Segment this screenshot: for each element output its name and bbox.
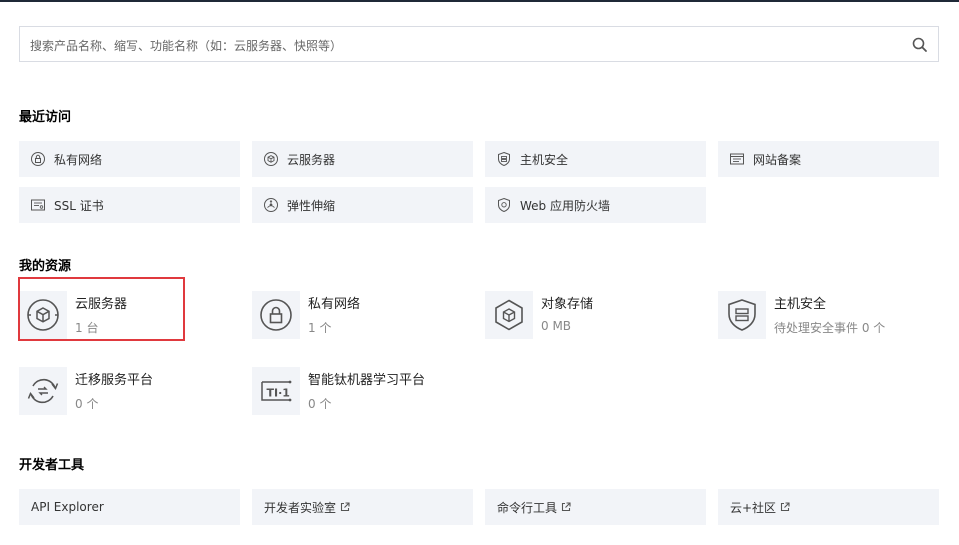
resource-count: 0 MB — [541, 319, 572, 333]
recent-item-label: 云服务器 — [287, 152, 336, 167]
resource-item-migration[interactable]: 迁移服务平台 0 个 — [19, 367, 234, 423]
devtool-label: 开发者实验室 — [264, 500, 337, 515]
search-icon[interactable] — [911, 36, 929, 54]
resource-name: 对象存储 — [541, 297, 594, 312]
devtool-label: 命令行工具 — [497, 500, 558, 515]
recent-item-vpc[interactable]: 私有网络 — [19, 141, 240, 177]
recent-item-label: 弹性伸缩 — [287, 198, 336, 213]
devtool-cli[interactable]: 命令行工具 — [485, 489, 706, 525]
ti-ml-icon: TI·1 — [252, 367, 300, 415]
scaling-icon — [263, 197, 279, 213]
resource-name: 迁移服务平台 — [75, 373, 154, 388]
recent-item-label: 网站备案 — [753, 152, 802, 167]
svg-text:TI·1: TI·1 — [267, 387, 290, 400]
recent-item-cvm[interactable]: 云服务器 — [252, 141, 473, 177]
recent-item-label: SSL 证书 — [54, 198, 104, 213]
recent-item-label: Web 应用防火墙 — [520, 198, 610, 213]
resource-item-ti-ml[interactable]: TI·1 智能钛机器学习平台 0 个 — [252, 367, 467, 423]
external-link-icon — [780, 502, 790, 512]
migrate-icon — [19, 367, 67, 415]
storage-hex-icon — [485, 291, 533, 339]
resource-name: 私有网络 — [308, 297, 361, 312]
recent-section-title: 最近访问 — [19, 110, 72, 125]
recent-item-icp[interactable]: 网站备案 — [718, 141, 939, 177]
recent-item-label: 主机安全 — [520, 152, 569, 167]
cube-icon — [263, 151, 279, 167]
shield-icon — [496, 151, 512, 167]
external-link-icon — [340, 502, 350, 512]
devtool-api-explorer[interactable]: API Explorer — [19, 489, 240, 525]
record-icon — [729, 151, 745, 167]
top-border — [0, 0, 959, 2]
devtool-label: API Explorer — [31, 500, 104, 514]
recent-item-host-security[interactable]: 主机安全 — [485, 141, 706, 177]
resource-name: 主机安全 — [774, 297, 827, 312]
resource-item-vpc[interactable]: 私有网络 1 个 — [252, 291, 467, 347]
resource-name: 智能钛机器学习平台 — [308, 373, 426, 388]
devtools-section-title: 开发者工具 — [19, 458, 85, 473]
search-placeholder: 搜索产品名称、缩写、功能名称（如：云服务器、快照等） — [30, 39, 343, 53]
devtool-community[interactable]: 云+社区 — [718, 489, 939, 525]
resource-count: 0 个 — [308, 397, 332, 411]
resource-item-host-security[interactable]: 主机安全 待处理安全事件 0 个 — [718, 291, 933, 347]
vpc-lock-icon — [30, 151, 46, 167]
resource-count: 待处理安全事件 0 个 — [774, 321, 886, 335]
devtool-label: 云+社区 — [730, 500, 777, 515]
selection-highlight — [18, 277, 185, 341]
resources-section-title: 我的资源 — [19, 259, 72, 274]
resource-item-cos[interactable]: 对象存储 0 MB — [485, 291, 700, 347]
recent-item-waf[interactable]: Web 应用防火墙 — [485, 187, 706, 223]
external-link-icon — [561, 502, 571, 512]
resource-count: 0 个 — [75, 397, 99, 411]
devtool-lab[interactable]: 开发者实验室 — [252, 489, 473, 525]
shield-icon — [718, 291, 766, 339]
vpc-lock-icon — [252, 291, 300, 339]
recent-item-autoscaling[interactable]: 弹性伸缩 — [252, 187, 473, 223]
recent-item-ssl[interactable]: SSL 证书 — [19, 187, 240, 223]
certificate-icon — [30, 197, 46, 213]
firewall-shield-icon — [496, 197, 512, 213]
search-input[interactable]: 搜索产品名称、缩写、功能名称（如：云服务器、快照等） — [19, 26, 939, 62]
resource-count: 1 个 — [308, 321, 332, 335]
recent-item-label: 私有网络 — [54, 152, 103, 167]
